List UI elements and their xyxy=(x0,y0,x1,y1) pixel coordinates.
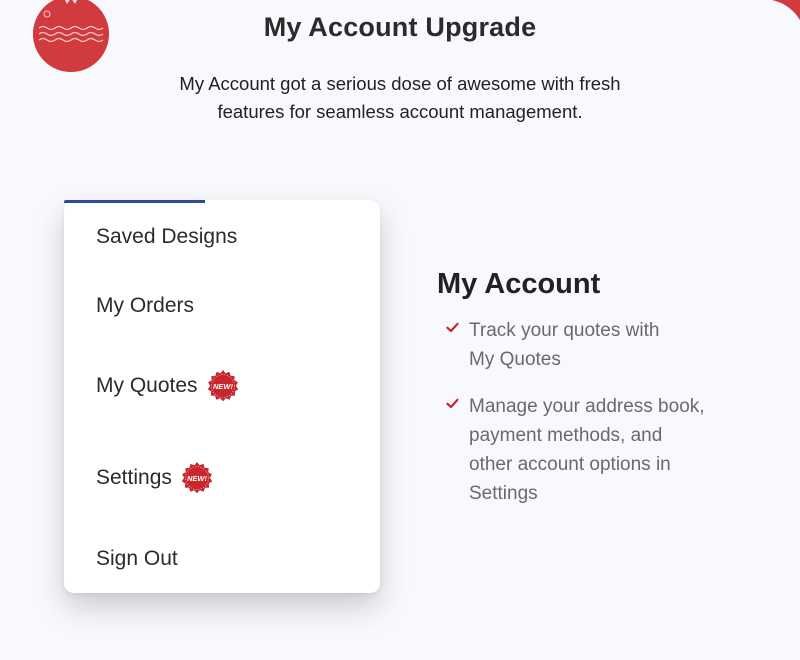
menu-item-label: My Orders xyxy=(96,294,195,317)
menu-active-indicator xyxy=(64,200,205,203)
subtitle-line-1: My Account got a serious dose of awesome… xyxy=(179,73,621,94)
new-badge-icon: NEW! xyxy=(180,461,214,495)
menu-item-label: Saved Designs xyxy=(96,225,238,248)
menu-item-saved-designs[interactable]: Saved Designs xyxy=(96,224,237,250)
checkmark-icon xyxy=(446,322,459,333)
menu-item-settings[interactable]: Settings NEW! xyxy=(96,461,214,495)
menu-item-label: Sign Out xyxy=(96,547,178,570)
feature-bullet-line: Manage your address book, xyxy=(469,395,705,417)
feature-list: Track your quotes with My Quotes Manage … xyxy=(446,316,746,526)
subtitle-line-2: features for seamless account management… xyxy=(217,101,583,122)
feature-bullet: Track your quotes with My Quotes xyxy=(446,316,746,375)
menu-item-my-orders[interactable]: My Orders xyxy=(96,293,194,319)
menu-item-label: Settings xyxy=(96,466,172,489)
page-subtitle: My Account got a serious dose of awesome… xyxy=(140,70,660,126)
page: My Account Upgrade My Account got a seri… xyxy=(0,0,800,660)
feature-bullet-line: Track your quotes with xyxy=(469,320,660,341)
feature-bullet-line: My Quotes xyxy=(469,349,561,371)
account-menu-card: Saved Designs My Orders My Quotes NEW! S… xyxy=(64,200,380,593)
feature-bullet-line: other account options in xyxy=(469,454,671,476)
feature-bullet-line: payment methods, and xyxy=(469,424,663,446)
feature-title: My Account xyxy=(437,268,601,300)
feature-bullet: Manage your address book, payment method… xyxy=(446,392,746,509)
new-badge-text: NEW! xyxy=(187,474,207,483)
page-title: My Account Upgrade xyxy=(263,12,537,42)
new-badge-text: NEW! xyxy=(213,382,233,391)
menu-item-my-quotes[interactable]: My Quotes NEW! xyxy=(96,369,240,403)
menu-item-label: My Quotes xyxy=(96,374,198,397)
menu-item-sign-out[interactable]: Sign Out xyxy=(96,546,178,572)
feature-bullet-line: Settings xyxy=(469,483,538,505)
checkmark-icon xyxy=(446,398,459,408)
new-badge-icon: NEW! xyxy=(206,369,240,403)
